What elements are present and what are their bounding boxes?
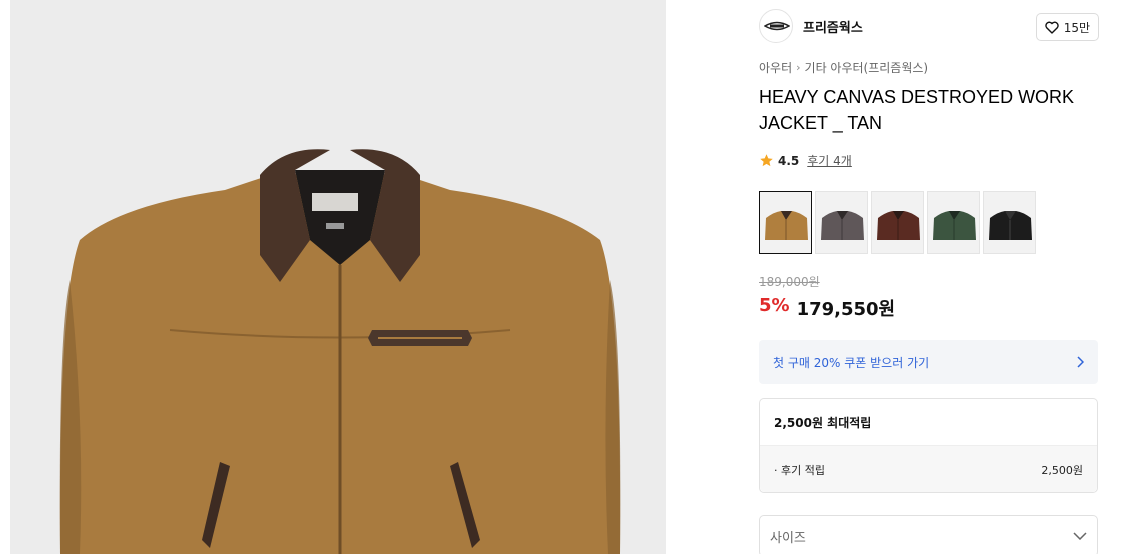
brand-name[interactable]: 프리즘웍스 — [803, 17, 863, 36]
rating: 4.5 후기 4개 — [759, 152, 852, 169]
breadcrumb-item-category[interactable]: 아우터 — [759, 59, 792, 76]
breadcrumb-item-subcategory[interactable]: 기타 아우터(프리즘웍스) — [805, 59, 929, 76]
jacket-photo — [59, 149, 621, 554]
sale-price: 179,550원 — [796, 299, 896, 320]
points-row-label: · 후기 적립 — [774, 464, 825, 477]
heart-icon — [1044, 21, 1059, 34]
chevron-down-icon — [1073, 532, 1087, 540]
green-swatch[interactable] — [927, 191, 980, 254]
chevron-right-icon — [1077, 356, 1084, 368]
size-select[interactable]: 사이즈 — [759, 515, 1098, 554]
brand-row: 프리즘웍스 15만 — [759, 9, 1099, 43]
brown-swatch[interactable] — [871, 191, 924, 254]
points-row: · 후기 적립 2,500원 — [760, 445, 1097, 492]
breadcrumb: 아우터 › 기타 아우터(프리즘웍스) — [759, 59, 928, 76]
color-swatches — [759, 191, 1036, 254]
points-box: 2,500원 최대적립 · 후기 적립 2,500원 — [759, 398, 1098, 493]
black-swatch[interactable] — [983, 191, 1036, 254]
product-title: HEAVY CANVAS DESTROYED WORK JACKET _ TAN — [759, 87, 1075, 133]
original-price: 189,000원 — [759, 275, 820, 289]
points-row-value: 2,500원 — [1041, 464, 1083, 477]
coupon-banner[interactable]: 첫 구매 20% 쿠폰 받으러 가기 — [759, 340, 1098, 384]
chevron-right-icon: › — [796, 61, 801, 74]
reviews-link[interactable]: 후기 4개 — [807, 152, 852, 169]
tan-swatch[interactable] — [759, 191, 812, 254]
rating-score: 4.5 — [778, 153, 800, 168]
price-row: 5% 179,550원 — [759, 295, 895, 321]
brand-logo-icon[interactable] — [759, 9, 793, 43]
product-page: 프리즘웍스 15만 아우터 › 기타 아우터(프리즘웍스) HEAVY CANV… — [0, 0, 1125, 554]
coupon-label: 첫 구매 20% 쿠폰 받으러 가기 — [773, 355, 930, 370]
like-count: 15만 — [1063, 20, 1090, 35]
discount-rate: 5% — [759, 295, 790, 316]
product-image[interactable] — [10, 0, 666, 554]
gray-swatch[interactable] — [815, 191, 868, 254]
size-select-placeholder: 사이즈 — [770, 530, 806, 546]
points-header: 2,500원 최대적립 — [774, 416, 872, 430]
star-icon — [760, 154, 773, 167]
like-button[interactable]: 15만 — [1035, 13, 1099, 41]
